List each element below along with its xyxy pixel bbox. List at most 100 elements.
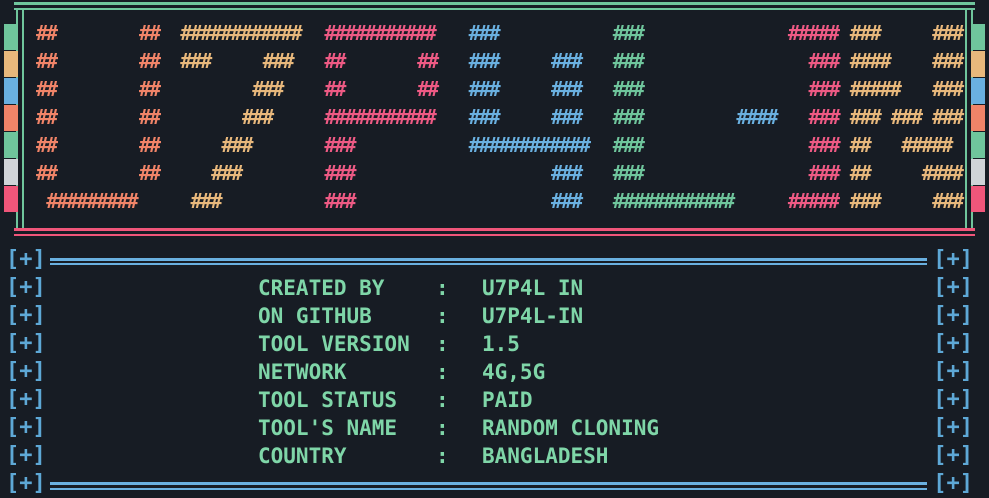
logo-row: ## ## ### ## ## ### ### ### ### ##### ###: [36, 76, 964, 102]
logo-glyph-run: ##: [36, 161, 58, 185]
color-stripe: [971, 159, 985, 185]
logo-glyph-run: ##: [36, 21, 58, 45]
frame-left-border-inner: [22, 10, 24, 228]
color-stripe: [971, 186, 985, 212]
info-separator: :: [436, 416, 449, 440]
info-separator: :: [436, 276, 449, 300]
logo-glyph-run: ##: [36, 77, 58, 101]
color-stripe: [4, 186, 18, 212]
info-row: TOOL VERSION: 1.5: [258, 330, 520, 358]
color-stripe: [971, 24, 985, 50]
info-row: TOOL STATUS: PAID: [258, 386, 533, 414]
logo-glyph-run: ###: [932, 21, 964, 45]
bracket-plus-left: [+]: [6, 471, 46, 496]
bracket-plus-left: [+]: [6, 331, 46, 356]
info-row: NETWORK: 4G,5G: [258, 358, 545, 386]
color-stripe: [971, 105, 985, 131]
logo-glyph-run: ###: [932, 105, 964, 129]
ascii-logo: ## ## ############ ########### ### ### ##### ##…: [36, 20, 964, 220]
color-stripe: [971, 78, 985, 104]
logo-glyph-run: ##: [417, 77, 439, 101]
logo-glyph-run: ###: [612, 161, 645, 185]
bracket-plus-right: [+]: [933, 275, 973, 300]
color-stripe: [4, 78, 18, 104]
bracket-plus-left: [+]: [6, 415, 46, 440]
bracket-plus-right: [+]: [933, 443, 973, 468]
logo-glyph-run: ###: [849, 189, 882, 213]
bracket-plus-left: [+]: [6, 359, 46, 384]
logo-glyph-run: ##: [36, 49, 58, 73]
bracket-plus-right: [+]: [933, 303, 973, 328]
info-key: TOOL'S NAME: [258, 416, 398, 440]
logo-glyph-run: ###: [551, 105, 583, 129]
info-row: TOOL'S NAME: RANDOM CLONING: [258, 414, 659, 442]
bracket-plus-left: [+]: [6, 275, 46, 300]
logo-glyph-run: ###: [221, 133, 253, 157]
info-key: TOOL STATUS: [258, 388, 398, 412]
logo-glyph-run: ##: [139, 161, 161, 185]
logo-glyph-run: ##: [417, 49, 439, 73]
logo-glyph-run: ###: [808, 49, 841, 73]
logo-glyph-run: ############: [612, 189, 735, 213]
info-panel: [+] [+] [+] [+] [+] [+] [+] [+] [+] [+] [+] [+] [+] […: [0, 244, 989, 496]
logo-glyph-run: ###: [242, 105, 274, 129]
logo-glyph-run: ###: [849, 21, 882, 45]
color-stripe: [4, 24, 18, 50]
logo-glyph-run: ###: [468, 77, 501, 101]
logo-glyph-run: ###: [612, 49, 645, 73]
logo-glyph-run: #####: [849, 77, 902, 101]
logo-row: ## ## ### ### ############ ### ### ## #####: [36, 132, 956, 158]
frame-bottom-border-inner: [14, 234, 975, 236]
info-row: ON GITHUB: U7P4L-IN: [258, 302, 583, 330]
logo-glyph-run: ###: [324, 161, 356, 185]
logo-glyph-run: ###: [612, 133, 645, 157]
bracket-plus-right: [+]: [933, 387, 973, 412]
info-key: TOOL VERSION: [258, 332, 410, 356]
logo-glyph-run: ###: [849, 105, 882, 129]
info-key: CREATED BY: [258, 276, 385, 300]
logo-glyph-run: ###: [324, 189, 356, 213]
info-top-rule-inner: [50, 263, 927, 265]
logo-glyph-run: ##: [139, 133, 161, 157]
logo-glyph-run: ###########: [324, 21, 436, 45]
logo-row: ## ## ### ### ## ## ### ### ### ### #### ###: [36, 48, 964, 74]
bracket-plus-right: [+]: [933, 471, 973, 496]
info-separator: :: [436, 332, 449, 356]
info-bottom-rule-inner: [50, 488, 927, 490]
bracket-plus-right: [+]: [933, 415, 973, 440]
info-value: U7P4L IN: [482, 276, 584, 300]
logo-glyph-run: ###: [551, 189, 583, 213]
logo-glyph-run: ##: [849, 161, 872, 185]
logo-row: ########################################…: [36, 104, 964, 130]
frame-bottom-border: [14, 228, 975, 231]
bracket-plus-left: [+]: [6, 387, 46, 412]
info-value: U7P4L-IN: [482, 304, 584, 328]
logo-glyph-run: ###########: [324, 105, 436, 129]
logo-glyph-run: ###: [252, 77, 284, 101]
logo-glyph-run: ##: [324, 77, 346, 101]
logo-glyph-run: ##: [36, 133, 58, 157]
logo-glyph-run: ###: [468, 21, 501, 45]
logo-glyph-run: ###: [211, 161, 243, 185]
logo-glyph-run: ###: [262, 49, 295, 73]
info-key: ON GITHUB: [258, 304, 372, 328]
info-value: RANDOM CLONING: [482, 416, 660, 440]
bracket-plus-left: [+]: [6, 303, 46, 328]
logo-glyph-run: ###: [932, 189, 964, 213]
frame-right-border-inner: [965, 10, 967, 228]
logo-glyph-run: ####: [921, 161, 964, 185]
logo-glyph-run: ###: [324, 133, 356, 157]
logo-glyph-run: ############: [180, 21, 302, 45]
logo-glyph-run: ##: [139, 77, 161, 101]
info-top-rule: [50, 258, 927, 261]
info-row: CREATED BY: U7P4L IN: [258, 274, 583, 302]
logo-glyph-run: #####: [901, 133, 953, 157]
info-separator: :: [436, 360, 449, 384]
info-row: COUNTRY: BANGLADESH: [258, 442, 608, 470]
info-bottom-rule: [50, 482, 927, 485]
info-separator: :: [436, 444, 449, 468]
logo-glyph-run: ###: [468, 105, 501, 129]
logo-frame: ## ## ############ ########### ### ### ##### ##…: [0, 0, 989, 238]
bracket-plus-right: [+]: [933, 247, 973, 272]
logo-glyph-run: ###: [932, 77, 964, 101]
